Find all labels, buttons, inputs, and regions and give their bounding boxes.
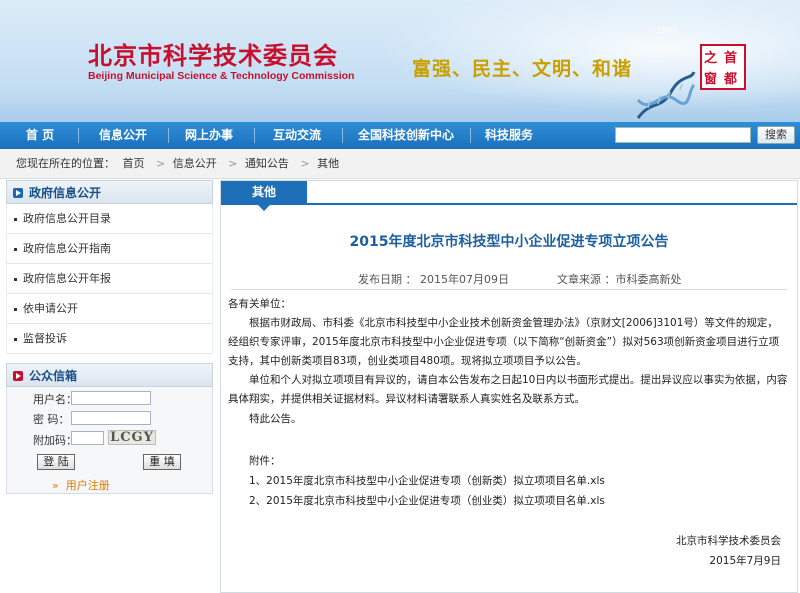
capital-window-logo[interactable]: 首 都 之 窗 (700, 44, 746, 90)
article-paragraph-1: 根据市财政局、市科委《北京市科技型中小企业技术创新资金管理办法》（京财文[200… (228, 317, 780, 367)
public-mailbox-panel: 公众信箱 (6, 363, 213, 494)
sidebar-item-catalog[interactable]: 政府信息公开目录 (7, 204, 212, 234)
header-banner: 北京市科学技术委员会 Beijing Municipal Science & T… (0, 0, 800, 122)
captcha-image[interactable]: LCGY (108, 430, 156, 445)
logo-char-4: 窗 (704, 72, 718, 87)
arrow-marker-icon (13, 371, 23, 381)
nav-innovation-center[interactable]: 全国科技创新中心 (350, 122, 462, 149)
nav-divider (470, 128, 471, 143)
logo-char-3: 之 (704, 51, 718, 66)
breadcrumb-chevron-icon: > (156, 157, 166, 170)
sidebar-menu: 政府信息公开目录 政府信息公开指南 政府信息公开年报 依申请公开 监督投诉 (6, 204, 213, 354)
dna-label: DNA (658, 26, 678, 36)
publish-date: 发布日期 ： 2015年07月09日 (358, 271, 509, 287)
sidebar-item-application[interactable]: 依申请公开 (7, 294, 212, 324)
mailbox-title: 公众信箱 (29, 369, 78, 383)
search-input[interactable] (615, 127, 751, 143)
sidebar-item-annual-report[interactable]: 政府信息公开年报 (7, 264, 212, 294)
arrow-marker-icon (13, 188, 23, 198)
username-field[interactable] (71, 391, 151, 405)
register-label: 用户注册 (65, 479, 110, 492)
double-chevron-icon: » (52, 479, 66, 492)
source-value: 市科委高新处 (615, 273, 682, 286)
nav-divider (254, 128, 255, 143)
search-button[interactable]: 搜索 (757, 126, 795, 144)
article-paragraph-3: 特此公告。 (249, 413, 302, 425)
nav-home[interactable]: 首 页 (10, 122, 70, 149)
dna-helix-icon (636, 71, 696, 119)
sidebar-section-title: 政府信息公开 (29, 186, 102, 200)
publish-date-label: 发布日期 ： (358, 273, 417, 286)
source-label: 文章来源 ： (557, 273, 616, 286)
breadcrumb-home[interactable]: 首页 (123, 157, 145, 170)
article-title: 2015年度北京市科技型中小企业促进专项立项公告 (349, 234, 669, 250)
nav-interaction[interactable]: 互动交流 (262, 122, 332, 149)
attachments-label: 附件： (249, 455, 281, 467)
attachment-link-1[interactable]: 1、2015年度北京市科技型中小企业促进专项（创新类）拟立项项目名单.xls (249, 472, 800, 491)
login-button[interactable]: 登 陆 (37, 454, 75, 470)
mailbox-header: 公众信箱 (6, 363, 213, 387)
sign-date: 2015年7月9日 (709, 555, 781, 567)
nav-tech-services[interactable]: 科技服务 (478, 122, 540, 149)
attachment-link-2[interactable]: 2、2015年度北京市科技型中小企业促进专项（创业类）拟立项项目名单.xls (249, 492, 800, 511)
nav-online-services[interactable]: 网上办事 (174, 122, 244, 149)
category-tab-bar: 其他 (221, 181, 797, 211)
sidebar-section-header: 政府信息公开 (6, 180, 213, 204)
password-label: 密 码： (33, 413, 70, 426)
logo-char-2: 都 (724, 72, 738, 87)
article-source: 文章来源 ：市科委高新处 (557, 271, 682, 287)
sidebar-item-guide[interactable]: 政府信息公开指南 (7, 234, 212, 264)
breadcrumb: 您现在所在的位置： 首页 > 信息公开 > 通知公告 > 其他 (0, 149, 800, 179)
publish-date-value: 2015年07月09日 (420, 273, 509, 286)
logo-char-1: 首 (724, 51, 738, 66)
breadcrumb-info-disclosure[interactable]: 信息公开 (173, 157, 217, 170)
tab-other[interactable]: 其他 (221, 181, 307, 211)
article-paragraph-2: 单位和个人对拟立项项目有异议的，请自本公告发布之日起10日内以书面形式提出。提出… (228, 374, 788, 405)
breadcrumb-chevron-icon: > (300, 157, 310, 170)
site-title: 北京市科学技术委员会 (88, 41, 338, 70)
breadcrumb-chevron-icon: > (228, 157, 238, 170)
nav-divider (78, 128, 79, 143)
breadcrumb-current: 其他 (317, 157, 340, 170)
captcha-field[interactable] (71, 431, 104, 445)
site-subtitle: Beijing Municipal Science & Technology C… (88, 70, 355, 82)
slogan: 富强、民主、文明、和谐 (412, 58, 633, 80)
sidebar-item-complaints[interactable]: 监督投诉 (7, 324, 212, 354)
password-field[interactable] (71, 411, 151, 425)
breadcrumb-prefix: 您现在所在的位置： (16, 157, 115, 170)
nav-divider (342, 128, 343, 143)
reset-button[interactable]: 重 填 (143, 454, 181, 470)
signer: 北京市科学技术委员会 (676, 535, 781, 547)
nav-divider (168, 128, 169, 143)
sidebar: 政府信息公开 政府信息公开目录 政府信息公开指南 政府信息公开年报 依申请公开 … (6, 180, 213, 354)
register-link[interactable]: » 用户注册 (52, 477, 110, 493)
nav-info-disclosure[interactable]: 信息公开 (88, 122, 158, 149)
article-panel: 其他 2015年度北京市科技型中小企业促进专项立项公告 发布日期 ： 2015年… (220, 180, 798, 593)
salutation: 各有关单位： (228, 298, 291, 310)
breadcrumb-notices[interactable]: 通知公告 (245, 157, 289, 170)
meta-divider (231, 289, 787, 290)
